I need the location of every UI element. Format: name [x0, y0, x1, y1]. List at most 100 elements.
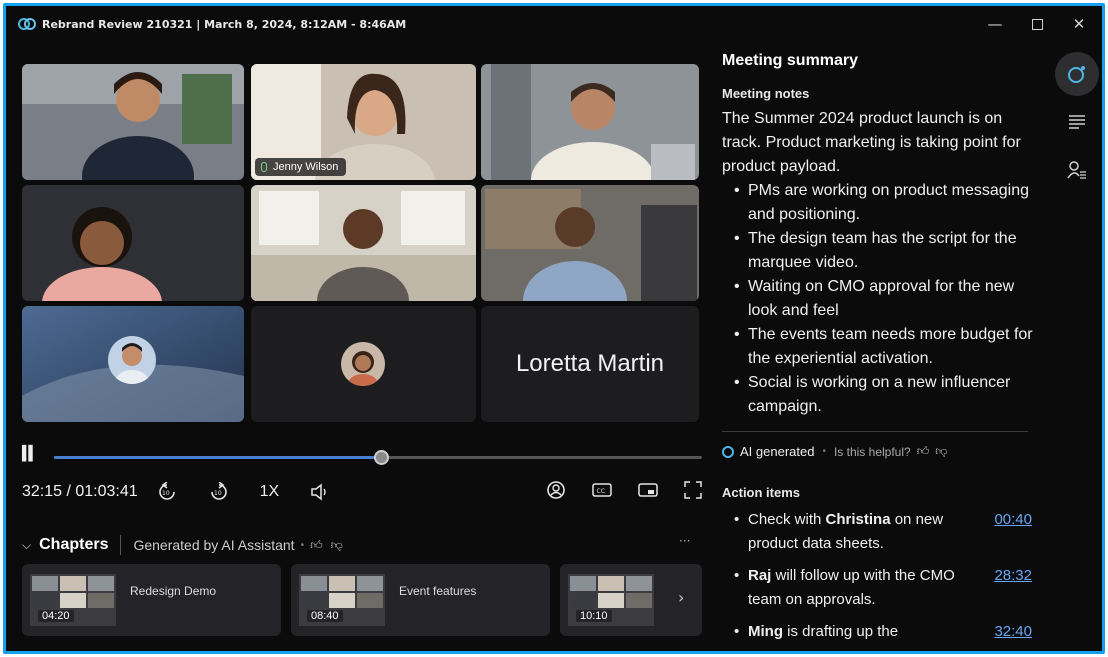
minimize-icon: —	[987, 15, 1003, 33]
meeting-notes: The Summer 2024 product launch is on tra…	[722, 107, 1044, 419]
action-owner: Ming	[748, 623, 783, 640]
chapter-card[interactable]: 04:20 Redesign Demo	[22, 564, 281, 636]
chapter-label: Event features	[399, 584, 477, 598]
action-items-list: Check with Christina on new product data…	[722, 508, 1044, 644]
participant-video	[481, 185, 699, 301]
participant-tile[interactable]: Loretta Martin	[481, 306, 699, 422]
playback-controls: 32:15 / 01:03:41 10 10 1X CC	[22, 480, 702, 504]
chevron-down-icon[interactable]: ⌵	[22, 538, 31, 553]
pause-button[interactable]: ▌▌	[22, 446, 37, 462]
speaker-name: Jenny Wilson	[273, 161, 339, 173]
ai-summary-tab[interactable]	[1055, 52, 1099, 96]
actions-heading: Action items	[722, 485, 801, 500]
svg-text:CC: CC	[597, 488, 605, 495]
chapters-title: Chapters	[39, 536, 109, 553]
speaker-name-tag: Jenny Wilson	[255, 158, 347, 176]
participant-tile[interactable]	[481, 185, 699, 301]
action-item: Ming is drafting up the 32:40	[722, 620, 1032, 644]
chapter-card[interactable]: 08:40 Event features	[291, 564, 550, 636]
rewind-10-button[interactable]: 10	[156, 481, 178, 503]
thumbs-down-icon[interactable]: 👎︎	[935, 444, 947, 459]
divider	[722, 431, 1028, 432]
helpful-question: Is this helpful?	[833, 444, 911, 459]
video-grid: Jenny Wilson Loretta Martin	[22, 64, 699, 422]
forward-10-icon: 10	[210, 482, 227, 500]
participant-video	[251, 185, 476, 301]
list-item: Social is working on a new influencer ca…	[726, 371, 1044, 419]
notes-heading: Meeting notes	[722, 86, 810, 101]
more-options-icon[interactable]: ···	[679, 534, 690, 548]
transcript-icon	[1069, 115, 1085, 129]
divider	[120, 535, 122, 555]
captions-button[interactable]: CC	[592, 482, 612, 503]
chapter-label: Redesign Demo	[130, 584, 217, 598]
maximize-icon	[1031, 18, 1043, 30]
participant-avatar	[108, 336, 156, 384]
timestamp-link[interactable]: 00:40	[994, 508, 1032, 532]
pip-icon	[638, 483, 658, 497]
picture-in-picture-button[interactable]	[638, 482, 658, 503]
fullscreen-button[interactable]	[684, 481, 702, 504]
rewind-10-icon: 10	[158, 482, 175, 500]
notes-intro: The Summer 2024 product launch is on tra…	[722, 110, 1021, 175]
ai-assistant-icon	[1068, 66, 1085, 83]
action-item: Check with Christina on new product data…	[722, 508, 1032, 556]
transcript-tab[interactable]	[1055, 100, 1099, 144]
chapters-header: ⌵ Chapters Generated by AI Assistant • 👍…	[22, 534, 343, 556]
pause-icon: ▌▌	[22, 446, 37, 462]
ai-assistant-icon	[722, 445, 734, 458]
participant-avatar	[341, 342, 385, 386]
participant-tile[interactable]	[251, 185, 476, 301]
chapters-generated-label: Generated by AI Assistant	[133, 537, 295, 553]
participants-tab[interactable]	[1055, 148, 1099, 192]
action-owner: Christina	[825, 511, 891, 528]
participant-video	[22, 64, 244, 180]
progress-slider[interactable]	[54, 450, 702, 465]
participant-video	[22, 185, 244, 301]
timestamp-link[interactable]: 32:40	[994, 620, 1032, 644]
thumbs-up-icon[interactable]: 👍︎	[917, 444, 930, 459]
window-title: Rebrand Review 210321 | March 8, 2024, 8…	[42, 17, 407, 31]
panel-title: Meeting summary	[722, 52, 859, 69]
close-button[interactable]: ✕	[1058, 12, 1100, 36]
title-bar: Rebrand Review 210321 | March 8, 2024, 8…	[6, 6, 1102, 42]
maximize-button[interactable]	[1016, 12, 1058, 36]
fullscreen-icon	[684, 481, 702, 499]
playback-rate-button[interactable]: 1X	[260, 483, 280, 501]
participant-tile[interactable]	[481, 64, 699, 180]
people-list-icon	[1067, 161, 1086, 179]
list-item: Waiting on CMO approval for the new look…	[726, 275, 1044, 323]
thumbs-up-icon[interactable]: 👍︎	[310, 538, 323, 553]
separator-dot: •	[822, 446, 826, 457]
svg-text:10: 10	[162, 490, 170, 497]
participant-tile[interactable]	[22, 185, 244, 301]
volume-button[interactable]	[309, 481, 331, 503]
progress-fill	[54, 456, 382, 459]
participant-tile[interactable]	[251, 306, 476, 422]
timestamp-link[interactable]: 28:32	[994, 564, 1032, 588]
action-owner: Raj	[748, 567, 772, 584]
participant-tile-active-speaker[interactable]: Jenny Wilson	[251, 64, 476, 180]
action-text: will follow up with the CMO team on appr…	[748, 567, 955, 608]
list-item: The events team needs more budget for th…	[726, 323, 1044, 371]
chapter-time: 10:10	[576, 610, 612, 622]
list-item: PMs are working on product messaging and…	[726, 179, 1044, 227]
chapter-time: 08:40	[307, 610, 343, 622]
participant-tile[interactable]	[22, 64, 244, 180]
list-item: The design team has the script for the m…	[726, 227, 1044, 275]
person-icon	[547, 481, 565, 499]
forward-10-button[interactable]: 10	[208, 481, 230, 503]
minimize-button[interactable]: —	[974, 12, 1016, 36]
side-rail	[1055, 52, 1099, 212]
participant-tile[interactable]	[22, 306, 244, 422]
participants-view-button[interactable]	[546, 480, 566, 505]
volume-icon	[311, 483, 326, 501]
notes-list: PMs are working on product messaging and…	[722, 179, 1044, 419]
ai-generated-label: AI generated	[740, 444, 815, 459]
timecode: 32:15 / 01:03:41	[22, 483, 138, 500]
meeting-summary-panel: Meeting summary Meeting notes The Summer…	[722, 42, 1044, 651]
app-window: Rebrand Review 210321 | March 8, 2024, 8…	[3, 3, 1105, 654]
thumbs-down-icon[interactable]: 👎︎	[331, 538, 343, 553]
progress-thumb[interactable]	[374, 450, 390, 465]
chevron-right-icon[interactable]: ›	[678, 588, 684, 607]
